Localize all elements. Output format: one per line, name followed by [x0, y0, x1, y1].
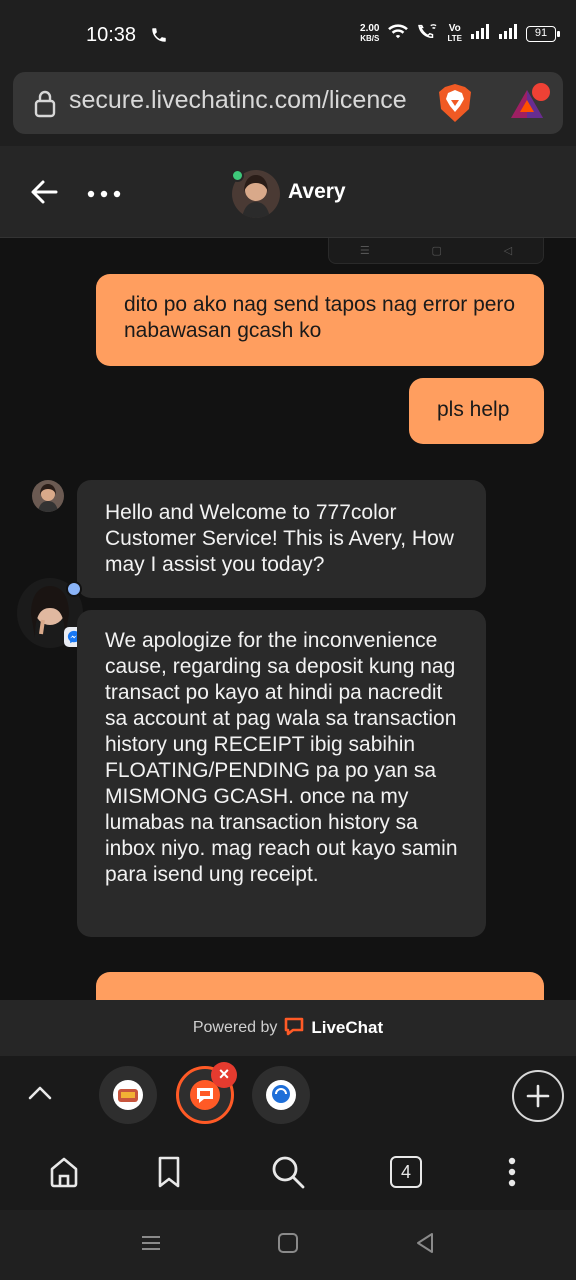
- message-bubble-user: dito po ako nag send tapos nag error per…: [96, 274, 544, 366]
- tab-switcher-button[interactable]: 4: [386, 1152, 426, 1192]
- menu-dots-icon[interactable]: [492, 1152, 532, 1192]
- message-bubble-agent: We apologize for the inconvenience cause…: [77, 610, 486, 937]
- signal-icon: [470, 23, 490, 44]
- nav-back-icon[interactable]: [414, 1232, 436, 1259]
- more-icon[interactable]: [86, 180, 122, 200]
- agent-name: Avery: [288, 180, 346, 203]
- tab-count: 4: [390, 1156, 422, 1188]
- browser-toolbar: secure.livechatinc.com/licence: [0, 66, 576, 146]
- signal-icon-2: [498, 23, 518, 44]
- livechat-logo-icon: [283, 1015, 305, 1042]
- bat-triangle-icon[interactable]: [507, 82, 551, 131]
- status-bar: 10:38 2.00 KB/S Vo LTE 91: [0, 0, 576, 66]
- nav-recents-icon[interactable]: [140, 1232, 162, 1259]
- overlapping-nav-remnant: ☰ ▢ ◁: [328, 238, 544, 264]
- chat-messages[interactable]: ☰ ▢ ◁ dito po ako nag send tapos nag error…: [0, 238, 576, 1000]
- powered-by-footer[interactable]: Powered by LiveChat: [0, 1000, 576, 1056]
- online-status-dot: [231, 169, 244, 182]
- tab-close-button[interactable]: ×: [211, 1062, 237, 1088]
- search-icon[interactable]: [268, 1152, 308, 1192]
- url-text[interactable]: secure.livechatinc.com/licence: [69, 86, 421, 115]
- message-bubble-agent: Hello and Welcome to 777color Customer S…: [77, 480, 486, 598]
- clock: 10:38: [86, 24, 137, 46]
- call-wifi-icon: [417, 22, 439, 45]
- chat-header: Avery: [0, 146, 576, 238]
- chevron-up-icon[interactable]: [26, 1080, 54, 1113]
- wifi-icon: [387, 22, 409, 45]
- powered-by-label: Powered by: [192, 1019, 278, 1036]
- plus-icon: [526, 1084, 550, 1108]
- volte-indicator: Vo LTE: [447, 22, 462, 43]
- status-dot: [66, 581, 82, 597]
- tab-thumbnail-1[interactable]: [99, 1066, 157, 1124]
- livechat-brand: LiveChat: [311, 1018, 384, 1037]
- message-bubble-user-partial: [96, 972, 544, 1000]
- nav-home-icon[interactable]: [277, 1232, 299, 1259]
- bookmark-icon[interactable]: [149, 1152, 189, 1192]
- new-tab-button[interactable]: [512, 1070, 564, 1122]
- lock-icon[interactable]: [33, 90, 57, 123]
- battery-icon: 91: [526, 25, 560, 42]
- address-bar[interactable]: secure.livechatinc.com/licence: [13, 72, 563, 134]
- back-arrow-icon[interactable]: [28, 176, 60, 213]
- tab-strip: ×: [0, 1056, 576, 1136]
- tab-thumbnail-3[interactable]: [252, 1066, 310, 1124]
- home-icon[interactable]: [44, 1152, 84, 1192]
- browser-bottom-toolbar: 4: [0, 1136, 576, 1210]
- system-navigation-bar: [0, 1210, 576, 1280]
- message-bubble-user: pls help: [409, 378, 544, 444]
- agent-avatar-small: [32, 480, 64, 512]
- brave-lion-icon[interactable]: [435, 82, 475, 129]
- phone-icon: [150, 26, 168, 49]
- net-speed: 2.00 KB/S: [360, 22, 380, 43]
